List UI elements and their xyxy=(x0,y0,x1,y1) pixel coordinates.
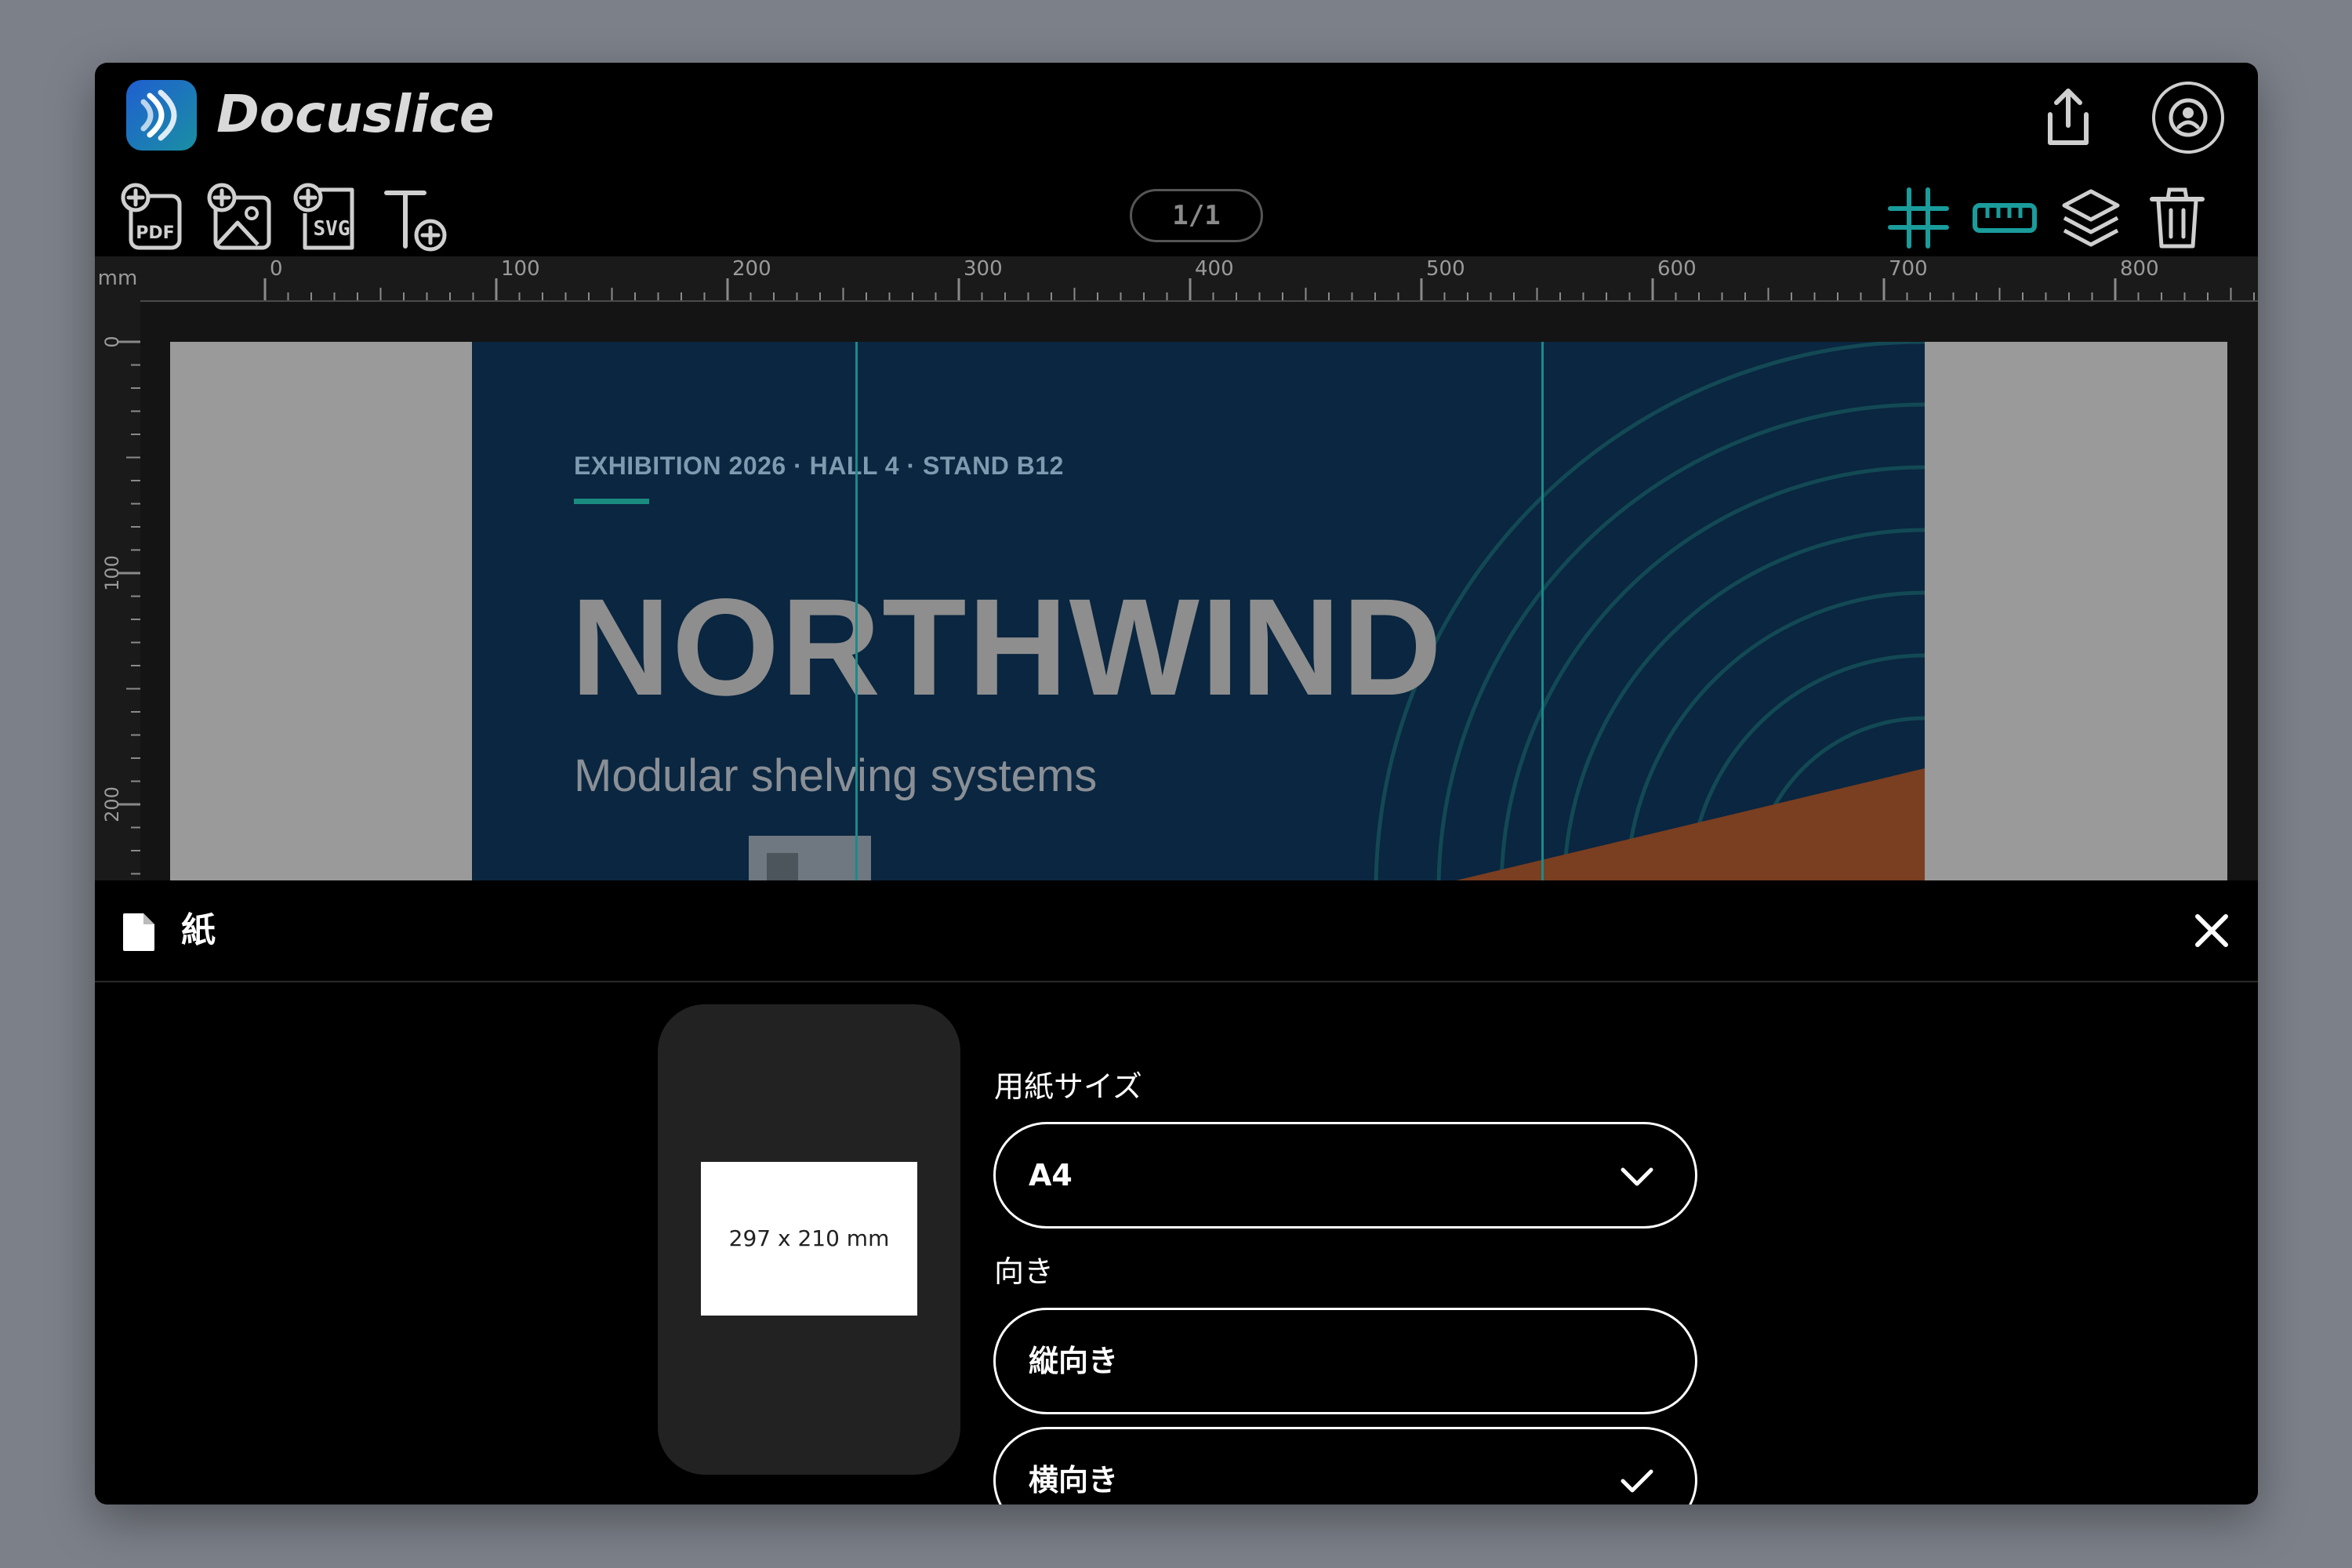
add-image-icon xyxy=(207,183,271,250)
vertical-ruler: 0 100 200 xyxy=(95,300,142,943)
svg-text:PDF: PDF xyxy=(136,223,174,243)
add-svg-icon: SVG xyxy=(293,183,354,250)
chevron-down-icon xyxy=(1621,1167,1653,1186)
add-svg-button[interactable]: SVG xyxy=(289,179,368,257)
ruler-toggle-button[interactable] xyxy=(1965,179,2044,257)
ruler-label: 100 xyxy=(501,257,540,281)
poster-subtitle: Modular shelving systems xyxy=(574,750,1098,801)
poster-image[interactable]: EXHIBITION 2026 · HALL 4 · STAND B12 NOR… xyxy=(472,342,1925,943)
poster-accent-line xyxy=(574,499,649,504)
delete-button[interactable] xyxy=(2138,179,2216,257)
layers-icon xyxy=(2062,189,2120,247)
share-export-button[interactable] xyxy=(2033,82,2103,152)
layers-button[interactable] xyxy=(2052,179,2130,257)
app-window: Docuslice PDF SVG 1/1 mm 0 100 200 300 4… xyxy=(95,63,2258,1504)
paper-preview: 297 x 210 mm xyxy=(658,1004,960,1475)
horizontal-ruler: 010020030040050060070080090 xyxy=(140,256,2258,302)
ruler-label: 500 xyxy=(1426,257,1465,281)
page-indicator: 1/1 xyxy=(1130,189,1263,242)
poster-title: NORTHWIND xyxy=(571,571,1443,724)
ruler-label: 400 xyxy=(1195,257,1234,281)
app-logo-icon xyxy=(126,80,197,151)
ruler-label: 700 xyxy=(1889,257,1928,281)
orientation-option-label: 横向き xyxy=(1029,1463,1119,1497)
trash-icon xyxy=(2150,187,2205,249)
close-panel-button[interactable] xyxy=(2188,907,2235,954)
guide-line-vertical[interactable] xyxy=(1541,342,1544,943)
paper-size-value: A4 xyxy=(1029,1158,1073,1192)
ruler-label: 100 xyxy=(101,555,123,591)
ruler-label: 0 xyxy=(270,257,283,281)
user-circle-icon xyxy=(2152,82,2224,154)
checkmark-icon xyxy=(1621,1469,1653,1493)
guide-line-vertical[interactable] xyxy=(855,342,858,943)
ruler-label: 0 xyxy=(101,336,123,347)
grid-toggle-button[interactable] xyxy=(1879,179,1958,257)
add-image-button[interactable] xyxy=(203,179,281,257)
app-title: Docuslice xyxy=(216,84,495,144)
grid-icon xyxy=(1888,187,1949,249)
paper-size-select[interactable]: A4 xyxy=(993,1122,1697,1229)
canvas[interactable]: EXHIBITION 2026 · HALL 4 · STAND B12 NOR… xyxy=(140,302,2258,943)
ruler-label: 300 xyxy=(964,257,1003,281)
poster-eyebrow-text: EXHIBITION 2026 · HALL 4 · STAND B12 xyxy=(574,452,1064,480)
add-text-icon xyxy=(384,191,447,252)
ruler-icon xyxy=(1973,203,2037,233)
paper-settings-panel: 紙 297 x 210 mm 用紙サイズ A4 向き 縦向き 横向き xyxy=(95,880,2258,1504)
close-icon xyxy=(2195,914,2228,947)
paper-size-label: 用紙サイズ xyxy=(994,1069,1142,1104)
ruler-unit-label: mm xyxy=(95,256,140,300)
orientation-label: 向き xyxy=(994,1254,1054,1289)
document-icon xyxy=(123,913,154,951)
upload-icon xyxy=(2048,89,2089,145)
add-pdf-button[interactable]: PDF xyxy=(117,179,195,257)
ruler-label: 200 xyxy=(732,257,771,281)
ruler-label: 800 xyxy=(2120,257,2159,281)
ruler-label: 200 xyxy=(101,786,123,822)
orientation-option-label: 縦向き xyxy=(1029,1344,1119,1378)
svg-text:SVG: SVG xyxy=(314,217,350,241)
ruler-label: 600 xyxy=(1657,257,1697,281)
panel-header: 紙 xyxy=(95,880,2258,982)
orientation-option-portrait[interactable]: 縦向き xyxy=(993,1308,1697,1414)
orientation-option-landscape[interactable]: 横向き xyxy=(993,1427,1697,1504)
account-button[interactable] xyxy=(2151,80,2226,155)
add-text-button[interactable] xyxy=(376,179,454,257)
panel-title: 紙 xyxy=(181,910,216,950)
add-pdf-icon: PDF xyxy=(121,183,182,250)
paper-preview-sheet: 297 x 210 mm xyxy=(701,1162,917,1316)
